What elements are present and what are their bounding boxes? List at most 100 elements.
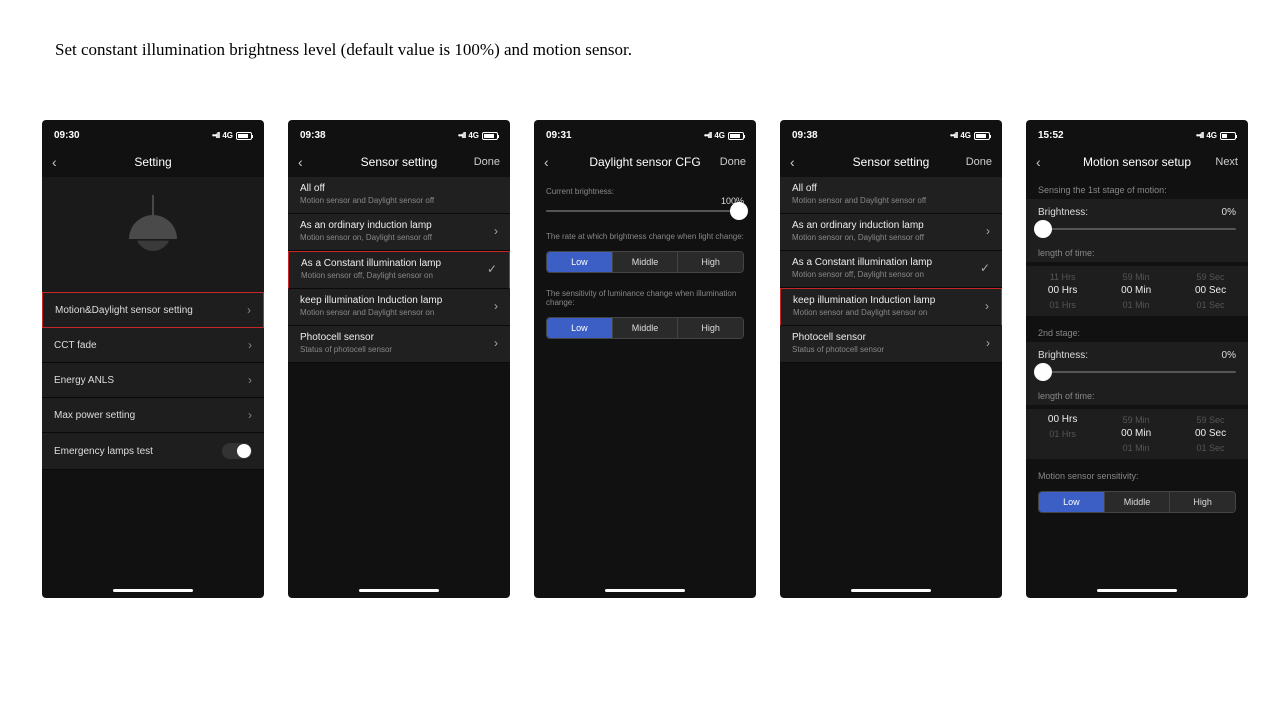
opt-title: keep illumination Induction lamp (300, 295, 498, 306)
signal-icon (458, 131, 465, 140)
clock: 09:38 (300, 130, 326, 141)
phone-sensor-setting-1: 09:38 4G ‹ Sensor setting Done All offMo… (288, 120, 510, 598)
brightness-slider-2[interactable] (1026, 363, 1248, 383)
brightness-slider[interactable] (534, 208, 756, 222)
opt-constant-illum[interactable]: ✓As a Constant illumination lampMotion s… (288, 251, 510, 289)
chevron-right-icon: › (248, 408, 252, 422)
battery-icon (728, 132, 744, 140)
time-picker-2[interactable]: 00 Hrs01 Hrs 59 Min00 Min01 Min 59 Sec00… (1026, 409, 1248, 459)
page-title: Setting (134, 155, 171, 169)
back-icon[interactable]: ‹ (1036, 154, 1041, 170)
opt-ordinary[interactable]: ›As an ordinary induction lamp Motion sen… (288, 214, 510, 251)
battery-icon (482, 132, 498, 140)
page-title: Motion sensor setup (1083, 155, 1191, 169)
rate-segment[interactable]: LowMiddleHigh (546, 251, 744, 273)
row-emergency-test[interactable]: Emergency lamps test (42, 433, 264, 470)
seg-middle[interactable]: Middle (1105, 492, 1171, 512)
row-motion-daylight[interactable]: Motion&Daylight sensor setting› (42, 292, 264, 328)
next-button[interactable]: Next (1215, 156, 1238, 168)
seg-middle[interactable]: Middle (613, 252, 679, 272)
opt-photocell[interactable]: ›Photocell sensorStatus of photocell sen… (288, 326, 510, 363)
opt-constant-illum[interactable]: ✓As a Constant illumination lampMotion s… (780, 251, 1002, 288)
phone-motion-setup: 15:52 4G ‹ Motion sensor setup Next Sens… (1026, 120, 1248, 598)
opt-sub: Motion sensor on, Daylight sensor off (792, 233, 990, 242)
instruction-text: Set constant illumination brightness lev… (0, 0, 1280, 60)
back-icon[interactable]: ‹ (544, 154, 549, 170)
status-bar: 09:38 4G (288, 120, 510, 147)
row-label: Energy ANLS (54, 375, 114, 386)
label-rate: The rate at which brightness change when… (534, 222, 756, 245)
seg-low[interactable]: Low (547, 318, 613, 338)
row-energy-anls[interactable]: Energy ANLS› (42, 363, 264, 398)
back-icon[interactable]: ‹ (52, 154, 57, 170)
done-button[interactable]: Done (720, 156, 746, 168)
seg-high[interactable]: High (678, 252, 743, 272)
status-bar: 15:52 4G (1026, 120, 1248, 147)
row-cct-fade[interactable]: CCT fade› (42, 328, 264, 363)
opt-title: keep illumination Induction lamp (793, 295, 989, 306)
opt-all-off[interactable]: All offMotion sensor and Daylight sensor… (780, 177, 1002, 214)
opt-title: As an ordinary induction lamp (300, 220, 498, 231)
length-label-1: length of time: (1026, 240, 1248, 262)
page-title: Sensor setting (853, 155, 930, 169)
back-icon[interactable]: ‹ (298, 154, 303, 170)
row-label: Emergency lamps test (54, 446, 153, 457)
status-bar: 09:31 4G (534, 120, 756, 147)
check-icon: ✓ (487, 262, 497, 276)
brightness-value: 100% (534, 196, 756, 206)
network-label: 4G (1206, 131, 1217, 140)
back-icon[interactable]: ‹ (790, 154, 795, 170)
opt-title: As a Constant illumination lamp (792, 257, 990, 268)
chevron-right-icon: › (986, 336, 990, 350)
opt-title: As an ordinary induction lamp (792, 220, 990, 231)
time-picker-1[interactable]: 11 Hrs00 Hrs01 Hrs 59 Min00 Min01 Min 59… (1026, 266, 1248, 316)
home-indicator (851, 589, 931, 592)
network-label: 4G (468, 131, 479, 140)
page-title: Daylight sensor CFG (589, 155, 700, 169)
done-button[interactable]: Done (474, 156, 500, 168)
clock: 09:31 (546, 130, 572, 141)
brightness-label: Brightness: (1038, 207, 1088, 218)
clock: 09:30 (54, 130, 80, 141)
opt-photocell[interactable]: ›Photocell sensorStatus of photocell sen… (780, 326, 1002, 363)
chevron-right-icon: › (985, 299, 989, 313)
done-button[interactable]: Done (966, 156, 992, 168)
brightness-slider-1[interactable] (1026, 220, 1248, 240)
signal-icon (950, 131, 957, 140)
sensitivity-header: Motion sensor sensitivity: (1026, 463, 1248, 485)
row-max-power[interactable]: Max power setting › (42, 398, 264, 433)
chevron-right-icon: › (494, 299, 498, 313)
seg-high[interactable]: High (678, 318, 743, 338)
opt-sub: Status of photocell sensor (300, 345, 498, 354)
chevron-right-icon: › (986, 224, 990, 238)
seg-high[interactable]: High (1170, 492, 1235, 512)
brightness-row-1: Brightness:0% (1026, 199, 1248, 220)
lamp-illustration (42, 177, 264, 292)
opt-sub: Motion sensor on, Daylight sensor off (300, 233, 498, 242)
home-indicator (113, 589, 193, 592)
nav-bar: ‹ Sensor setting Done (780, 147, 1002, 177)
toggle-switch[interactable] (222, 443, 252, 459)
opt-title: Photocell sensor (300, 332, 498, 343)
battery-icon (236, 132, 252, 140)
opt-keep-illum[interactable]: ›keep illumination Induction lampMotion … (780, 288, 1002, 326)
opt-all-off[interactable]: All offMotion sensor and Daylight sensor… (288, 177, 510, 214)
status-bar: 09:30 4G (42, 120, 264, 147)
chevron-right-icon: › (494, 224, 498, 238)
motion-sensitivity-segment[interactable]: LowMiddleHigh (1038, 491, 1236, 513)
opt-title: As a Constant illumination lamp (301, 258, 497, 269)
brightness-row-2: Brightness:0% (1026, 342, 1248, 363)
sensitivity-segment[interactable]: LowMiddleHigh (546, 317, 744, 339)
clock: 09:38 (792, 130, 818, 141)
status-bar: 09:38 4G (780, 120, 1002, 147)
battery-icon (974, 132, 990, 140)
row-label: Max power setting (54, 410, 135, 421)
phone-sensor-setting-2: 09:38 4G ‹ Sensor setting Done All offMo… (780, 120, 1002, 598)
seg-middle[interactable]: Middle (613, 318, 679, 338)
network-label: 4G (960, 131, 971, 140)
brightness-label: Brightness: (1038, 350, 1088, 361)
opt-ordinary[interactable]: ›As an ordinary induction lamp Motion sen… (780, 214, 1002, 251)
opt-keep-illum[interactable]: ›keep illumination Induction lampMotion … (288, 289, 510, 326)
seg-low[interactable]: Low (1039, 492, 1105, 512)
seg-low[interactable]: Low (547, 252, 613, 272)
